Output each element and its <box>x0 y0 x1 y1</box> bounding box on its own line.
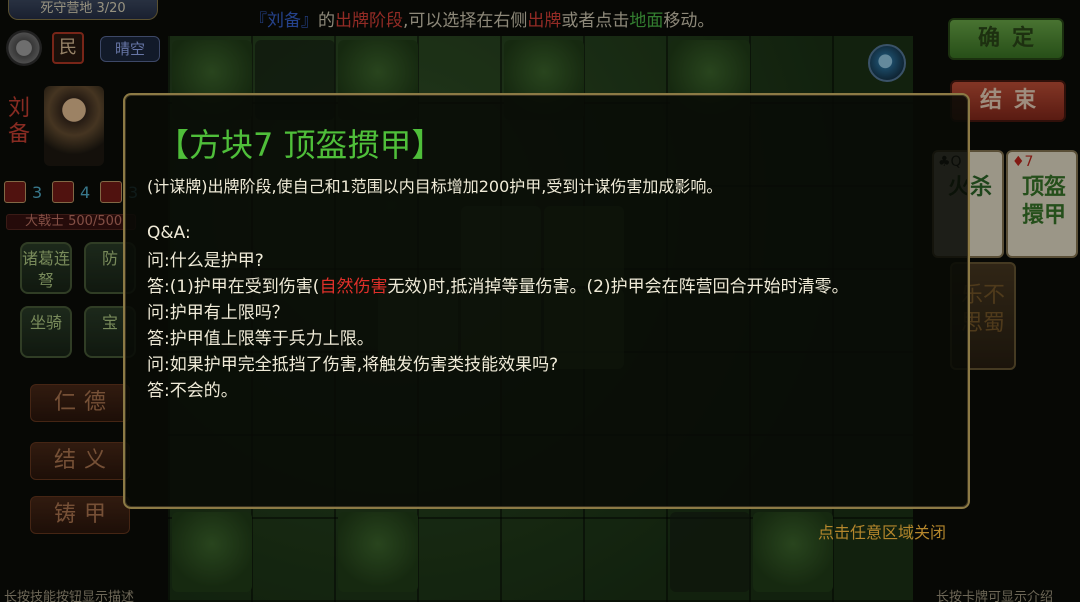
qa-heading: Q&A: <box>147 223 191 243</box>
qa-answer-text: 无效)时,抵消掉等量伤害。(2)护甲会在阵营回合开始时清零。 <box>387 277 849 297</box>
qa-answer: 答:(1)护甲在受到伤害(自然伤害无效)时,抵消掉等量伤害。(2)护甲会在阵营回… <box>147 275 947 299</box>
qa-answer-text: 答:(1)护甲在受到伤害( <box>147 277 320 297</box>
qa-answer: 答:不会的。 <box>147 381 238 401</box>
card-description: (计谋牌)出牌阶段,使自己和1范围以内目标增加200护甲,受到计谋伤害加成影响。 <box>147 177 723 196</box>
close-hint[interactable]: 点击任意区域关闭 <box>818 519 978 542</box>
dialog-title: 【方块7 顶盔掼甲】 <box>157 126 444 164</box>
qa-answer-highlight: 自然伤害 <box>319 277 388 297</box>
qa-question: 问:护甲有上限吗？ <box>147 303 289 323</box>
qa-question: 问:如果护甲完全抵挡了伤害,将触发伤害类技能效果吗? <box>147 355 559 375</box>
card-info-dialog[interactable]: 【方块7 顶盔掼甲】 (计谋牌)出牌阶段,使自己和1范围以内目标增加200护甲,… <box>123 93 970 509</box>
qa-question: 问:什么是护甲? <box>147 251 264 271</box>
qa-answer: 答:护甲值上限等于兵力上限。 <box>147 329 374 349</box>
